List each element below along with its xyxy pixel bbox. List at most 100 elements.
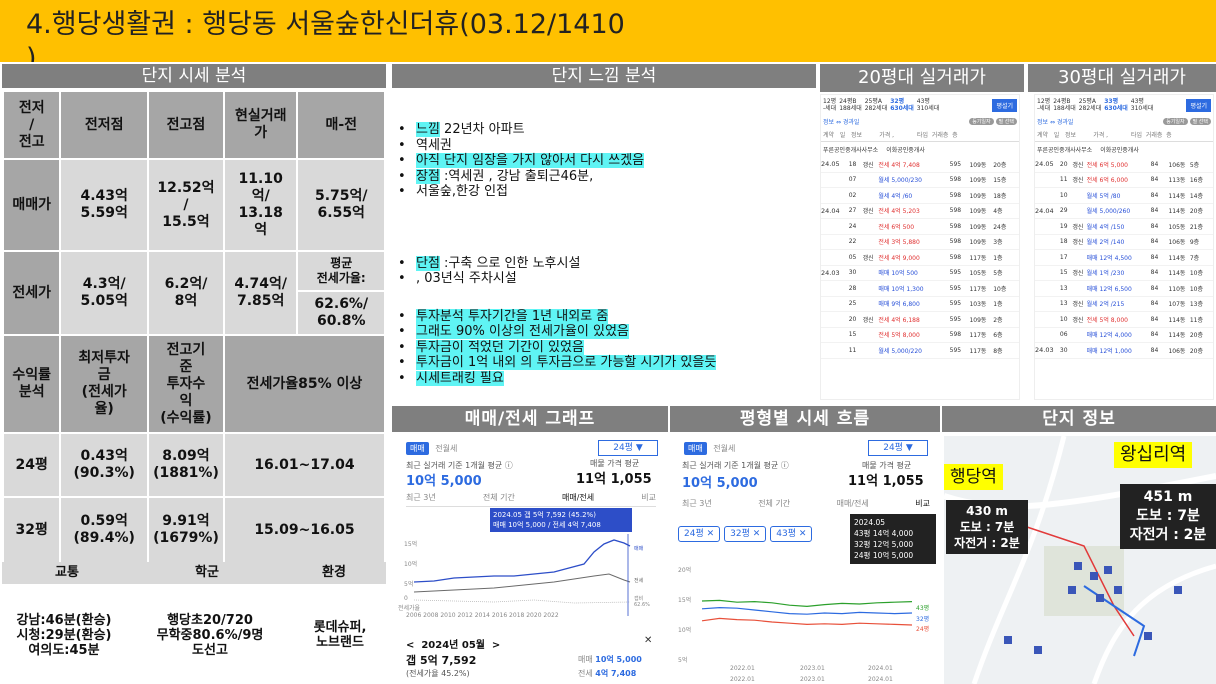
trend-subtab-all[interactable]: 전체 기간 — [758, 498, 790, 509]
trade-tab[interactable]: 12평 -세대 — [823, 98, 836, 112]
trade-row[interactable]: 19 갱신 월세 4억 /150 84 105동 21층 — [1035, 219, 1213, 235]
trade-row[interactable]: 05 갱신 전세 4억 9,000 598 117동 1층 — [821, 250, 1019, 266]
graph-subtab-3y[interactable]: 최근 3년 — [406, 492, 436, 503]
close-icon[interactable]: ✕ — [644, 635, 652, 646]
trade-building: 109동 — [969, 208, 987, 216]
trade-tab[interactable]: 32평 630세대 — [890, 98, 914, 112]
trade-row[interactable]: 13 매매 12억 6,500 84 110동 10층 — [1035, 281, 1213, 297]
trend-size-select[interactable]: 24평 ▼ — [868, 440, 928, 456]
trade-row[interactable]: 11 월세 5,000/220 595 117동 8층 — [821, 343, 1019, 359]
trade-type: 598 — [949, 191, 962, 199]
trade-row[interactable]: 10 갱신 전세 5억 8,000 84 114동 11층 — [1035, 312, 1213, 328]
bullet-dot: • — [398, 122, 406, 137]
trend-subtab-compare[interactable]: 비교 — [915, 498, 930, 509]
th-high: 전고점 — [147, 90, 225, 160]
bullet-text: 투자금이 1억 내외 의 투자금으로 가능할 시기가 있을듯 — [416, 355, 717, 371]
trade-tab[interactable]: 24평B 188세대 — [1053, 98, 1076, 112]
trade-type: 598 — [949, 176, 962, 184]
trade-row[interactable]: 24 전세 6억 500 598 109동 24층 — [821, 219, 1019, 235]
trade-row[interactable]: 20 갱신 전세 4억 6,188 595 109동 2층 — [821, 312, 1019, 328]
trade-chip[interactable]: 등기일자 — [969, 118, 994, 125]
graph-jeonse-value: 전세 4억 7,408 — [578, 668, 636, 679]
trade-row[interactable]: 15 전세 5억 8,000 598 117동 6층 — [821, 328, 1019, 343]
complex-map[interactable]: 행당역 왕십리역 430 m 도보 : 7분 자전거 : 2분 451 m 도보… — [944, 436, 1216, 684]
trade-row[interactable]: 24.04 29 월세 5,000/260 84 114동 20층 — [1035, 204, 1213, 219]
trade-tab[interactable]: 24평B 188세대 — [839, 98, 862, 112]
trade-row[interactable]: 24.04 27 갱신 전세 4억 5,203 598 109동 4층 — [821, 204, 1019, 219]
trade-filter-button[interactable]: 평설기 — [992, 98, 1017, 112]
bullet-text: 시세트래킹 필요 — [416, 370, 504, 387]
trade-tab[interactable]: 25평A 282세대 — [865, 98, 888, 112]
trade-floor: 20층 — [1189, 208, 1203, 216]
chip-43[interactable]: 43평 ✕ — [770, 526, 813, 542]
graph-tab-rent[interactable]: 전월세 — [431, 442, 461, 455]
trade-chip[interactable]: 필 선택 — [1189, 118, 1211, 125]
trend-tab-sale[interactable]: 매매 — [684, 442, 707, 455]
trend-tab-rent[interactable]: 전월세 — [709, 442, 739, 455]
trade-floor: 3층 — [993, 239, 1003, 247]
graph-size-select[interactable]: 24평 ▼ — [598, 440, 658, 456]
trade-tab[interactable]: 43평 310세대 — [917, 98, 940, 112]
trade-floor: 21층 — [1189, 223, 1203, 231]
trade-filter[interactable]: 정보 ⇔ 경과일 — [823, 117, 859, 126]
trade-row[interactable]: 02 월세 4억 /60 598 109동 18층 — [821, 188, 1019, 204]
trade-price: 전세 4억 9,000 — [878, 254, 920, 262]
trade-row[interactable]: 06 매매 12억 4,000 84 114동 20층 — [1035, 328, 1213, 343]
trade-filter[interactable]: 정보 ⇔ 경과일 — [1037, 117, 1073, 126]
trend-ask: 11억 1,055 — [848, 474, 924, 489]
trade-row[interactable]: 24.05 20 갱신 전세 6억 5,000 84 106동 5층 — [1035, 157, 1213, 173]
trade-row[interactable]: 10 월세 5억 /80 84 114동 14층 — [1035, 188, 1213, 204]
trade-row[interactable]: 25 매매 9억 6,800 595 103동 1층 — [821, 297, 1019, 312]
trade-row[interactable]: 13 갱신 월세 2억 /215 84 107동 13층 — [1035, 297, 1213, 312]
graph-subtab-salejeonse[interactable]: 매매/전세 — [562, 492, 594, 503]
trend-tooltip-line: 32평 12억 5,000 — [854, 540, 914, 549]
trade-price: 월세 4억 /150 — [1086, 223, 1125, 231]
bullet-highlight: 아직 단지 임장을 가지 않아서 다시 쓰겠음 — [416, 153, 645, 168]
trade-building: 109동 — [969, 316, 987, 324]
bullet-highlight: 단점 — [416, 255, 440, 271]
trade-tab[interactable]: 25평A 282세대 — [1079, 98, 1102, 112]
graph-month[interactable]: < 2024년 05월 > — [406, 636, 500, 651]
bullet-text: 아직 단지 임장을 가지 않아서 다시 쓰겠음 — [416, 153, 645, 169]
trade-chip[interactable]: 필 선택 — [995, 118, 1017, 125]
trade-type: 595 — [949, 300, 962, 308]
chip-24[interactable]: 24평 ✕ — [678, 526, 721, 542]
trade-price: 매매 10억 500 — [878, 270, 918, 278]
graph-subtab-all[interactable]: 전체 기간 — [483, 492, 515, 503]
trade-row[interactable]: 18 갱신 월세 2억 /140 84 106동 9층 — [1035, 235, 1213, 250]
bullet-text: 느낌 22년차 아파트 — [416, 122, 525, 138]
chip-32[interactable]: 32평 ✕ — [724, 526, 767, 542]
trade-row[interactable]: 11 갱신 전세 6억 6,000 84 113동 16층 — [1035, 173, 1213, 188]
graph-subtab-compare[interactable]: 비교 — [641, 492, 656, 503]
trade-price: 월세 2억 /215 — [1086, 301, 1125, 309]
agent-name: 푸른공인중개사사무소 — [823, 147, 879, 154]
trade-row[interactable]: 22 전세 3억 5,880 598 109동 3층 — [821, 235, 1019, 250]
trade-chip[interactable]: 등기일자 — [1163, 118, 1188, 125]
bullet-item: • 느낌 22년차 아파트 — [398, 122, 816, 138]
trade-row[interactable]: 07 월세 5,000/230 598 109동 15층 — [821, 173, 1019, 188]
trade-row[interactable]: 24.03 30 매매 12억 1,000 84 106동 20층 — [1035, 343, 1213, 359]
bullet-dot: • — [398, 324, 406, 339]
trade-price: 전세 3억 5,880 — [878, 239, 920, 247]
trade-tab[interactable]: 43평 310세대 — [1131, 98, 1154, 112]
trend-y-label: 5억 — [678, 656, 687, 664]
trade-row[interactable]: 17 매매 12억 4,500 84 114동 7층 — [1035, 250, 1213, 266]
trend-subtab-salejeonse[interactable]: 매매/전세 — [837, 498, 869, 509]
trade-filter-button[interactable]: 평설기 — [1186, 98, 1211, 112]
trade-row[interactable]: 15 갱신 월세 1억 /230 84 114동 10층 — [1035, 266, 1213, 281]
trade-price: 전세 4억 5,203 — [878, 208, 920, 216]
graph-tabs: 매매 전월세 — [406, 442, 461, 455]
trade-row[interactable]: 24.05 18 갱신 전세 4억 7,408 595 109동 20층 — [821, 157, 1019, 173]
graph-jeonse-label: 전세 — [578, 669, 593, 678]
graph-tab-sale[interactable]: 매매 — [406, 442, 429, 455]
trade-row[interactable]: 24.03 30 매매 10억 500 595 105동 5층 — [821, 266, 1019, 281]
graph-y-label: 0 — [404, 595, 408, 602]
graph-y-label: 전세가율 — [398, 604, 421, 612]
trade-building: 106동 — [1168, 347, 1186, 355]
trade-price: 전세 4억 6,188 — [878, 316, 920, 324]
trade-tab[interactable]: 12평 -세대 — [1037, 98, 1050, 112]
trade-row[interactable]: 28 매매 10억 1,300 595 117동 10층 — [821, 281, 1019, 297]
graph-y-label: 15억 — [404, 540, 417, 548]
trade-tab[interactable]: 33평 630세대 — [1104, 98, 1128, 112]
trend-subtab-3y[interactable]: 최근 3년 — [682, 498, 712, 509]
